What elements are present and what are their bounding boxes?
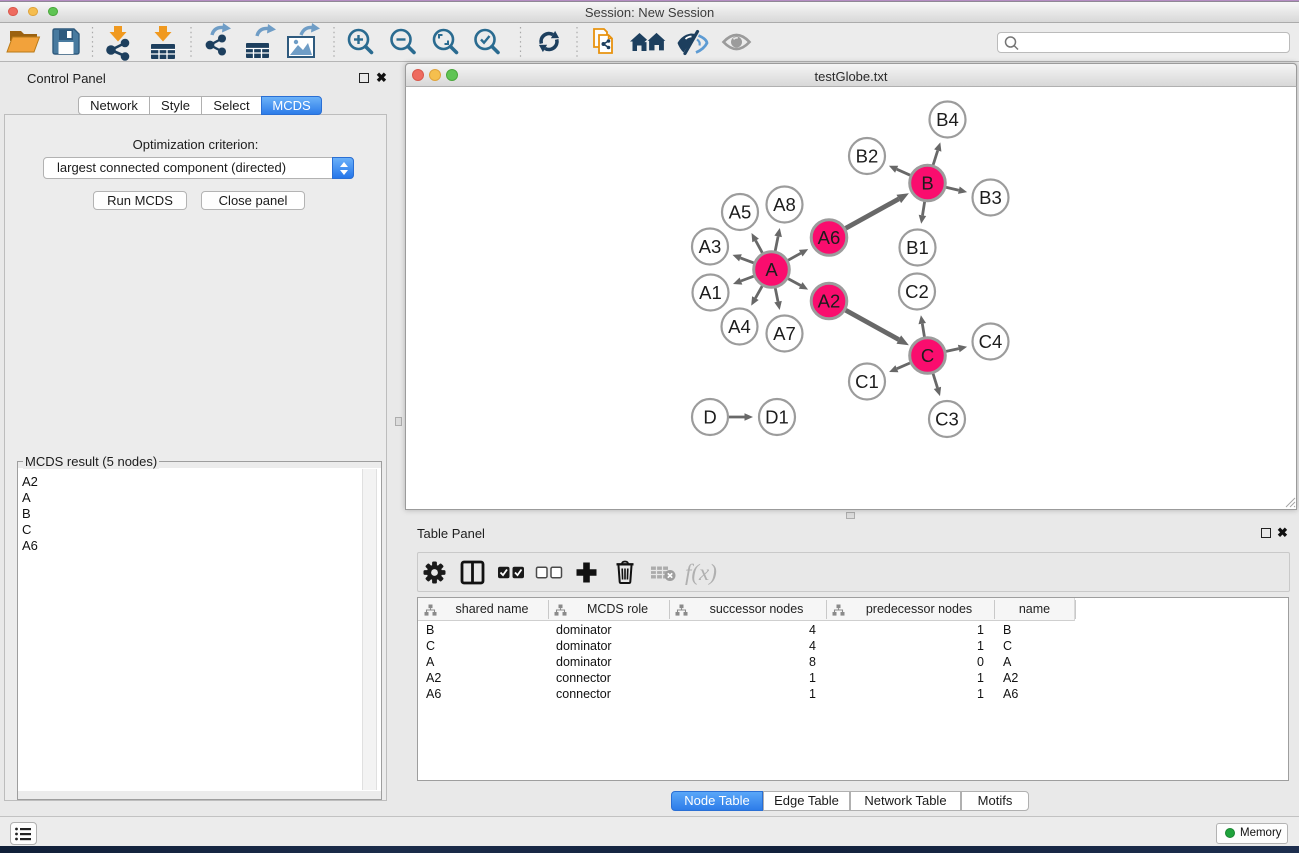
svg-text:C4: C4 [979, 331, 1003, 352]
svg-text:A2: A2 [818, 291, 841, 312]
svg-text:C1: C1 [855, 371, 879, 392]
svg-text:D1: D1 [765, 407, 789, 428]
svg-text:f(x): f(x) [685, 560, 717, 585]
svg-text:D: D [703, 407, 716, 428]
svg-text:B3: B3 [979, 187, 1002, 208]
svg-text:C2: C2 [905, 281, 929, 302]
svg-text:A6: A6 [818, 227, 841, 248]
svg-text:A4: A4 [728, 316, 751, 337]
svg-text:A3: A3 [699, 236, 722, 257]
svg-text:B1: B1 [906, 237, 929, 258]
svg-text:B4: B4 [936, 109, 959, 130]
svg-text:B2: B2 [856, 146, 879, 167]
svg-text:C: C [921, 345, 934, 366]
svg-text:A5: A5 [729, 202, 752, 223]
svg-text:A7: A7 [773, 323, 796, 344]
svg-text:A8: A8 [773, 194, 796, 215]
svg-text:A: A [765, 259, 778, 280]
svg-text:C3: C3 [935, 409, 959, 430]
svg-text:A1: A1 [699, 282, 722, 303]
svg-text:B: B [921, 173, 933, 194]
